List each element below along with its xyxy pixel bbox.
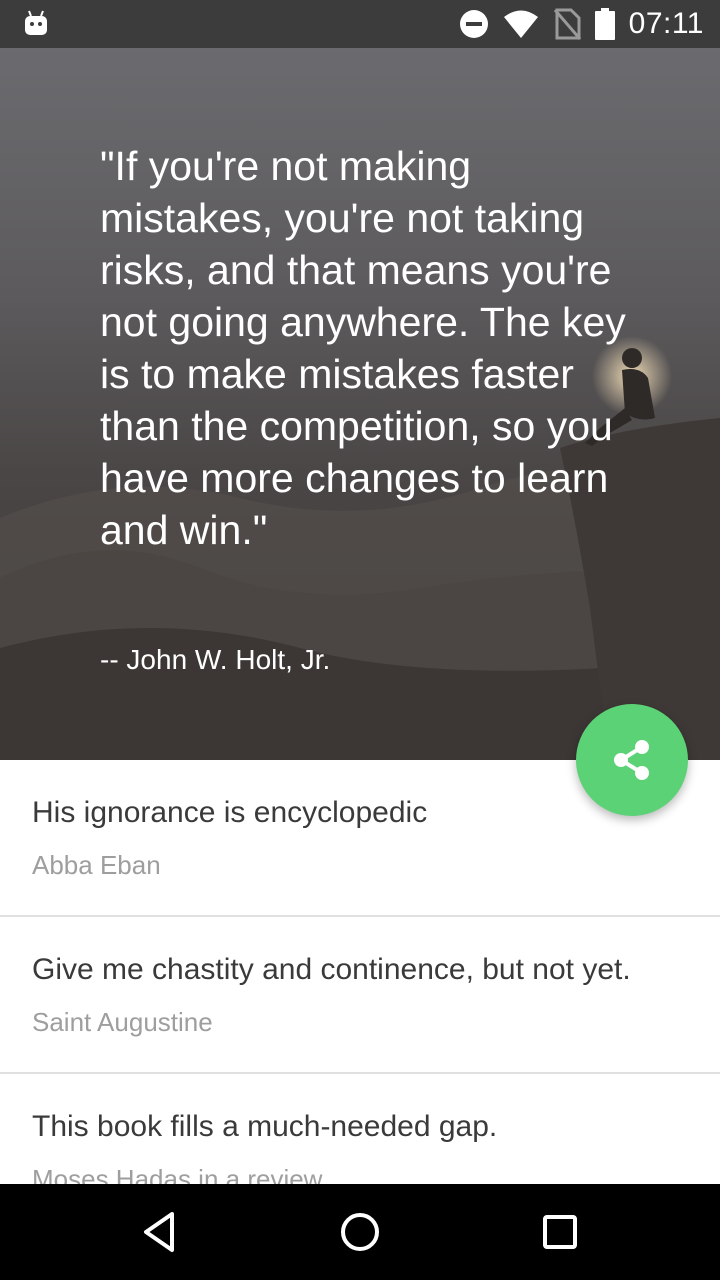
wifi-icon: [503, 10, 538, 38]
do-not-disturb-icon: [459, 10, 488, 38]
featured-quote-author: -- John W. Holt, Jr.: [100, 644, 331, 675]
recents-icon[interactable]: [536, 1208, 584, 1256]
status-bar: 07:11: [0, 0, 720, 48]
back-icon[interactable]: [136, 1208, 184, 1256]
featured-quote-card[interactable]: "If you're not making mistakes, you're n…: [0, 48, 720, 760]
clock: 07:11: [628, 7, 704, 40]
featured-quote-text: "If you're not making mistakes, you're n…: [100, 143, 626, 553]
quote-text: This book fills a much-needed gap.: [32, 1110, 498, 1143]
battery-icon: [594, 8, 615, 40]
no-sim-icon: [553, 8, 581, 40]
quote-list[interactable]: His ignorance is encyclopedic Abba Eban …: [0, 760, 720, 1184]
home-icon[interactable]: [336, 1208, 384, 1256]
android-icon: [25, 10, 47, 35]
list-item[interactable]: Give me chastity and continence, but not…: [0, 917, 720, 1074]
quote-text: Give me chastity and continence, but not…: [32, 953, 631, 986]
share-icon: [614, 740, 649, 780]
quote-author: Abba Eban: [32, 850, 161, 880]
share-button[interactable]: [576, 704, 688, 816]
quote-author: Moses Hadas in a review: [32, 1164, 323, 1184]
quote-text: His ignorance is encyclopedic: [32, 796, 428, 829]
quote-author: Saint Augustine: [32, 1007, 213, 1037]
navigation-bar: [0, 1184, 720, 1280]
list-item[interactable]: This book fills a much-needed gap. Moses…: [0, 1074, 720, 1184]
